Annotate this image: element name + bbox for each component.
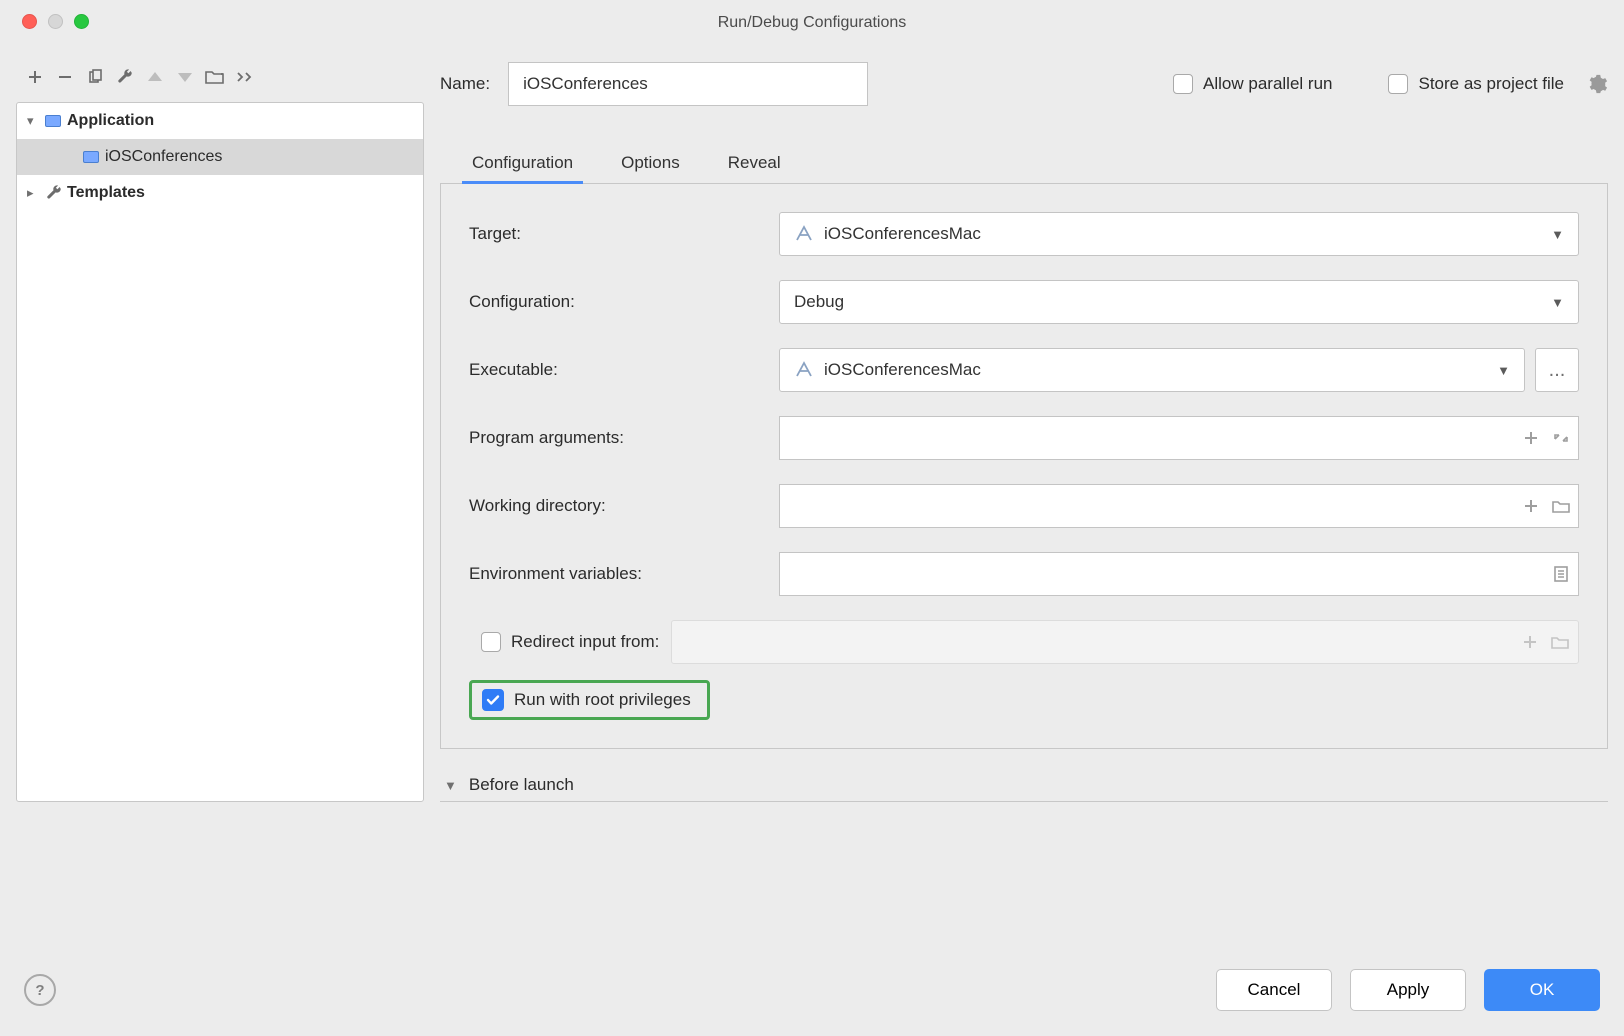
checkbox-icon — [482, 689, 504, 711]
application-type-icon — [45, 115, 67, 127]
root-privileges-highlight: Run with root privileges — [469, 680, 710, 720]
tree-node-templates[interactable]: ▸ Templates — [17, 175, 423, 211]
tab-configuration[interactable]: Configuration — [468, 153, 577, 183]
edit-env-vars-button[interactable] — [1549, 562, 1573, 586]
tree-node-application[interactable]: ▾ Application — [17, 103, 423, 139]
chevron-down-icon: ▼ — [1551, 295, 1564, 310]
tab-reveal[interactable]: Reveal — [724, 153, 785, 183]
store-as-project-checkbox[interactable]: Store as project file — [1388, 74, 1564, 94]
tree-node-iosconferences[interactable]: iOSConferences — [17, 139, 423, 175]
window-close[interactable] — [22, 14, 37, 29]
configuration-panel: Target: iOSConferencesMac ▼ Configuratio… — [440, 184, 1608, 749]
titlebar: Run/Debug Configurations — [0, 0, 1624, 46]
executable-label: Executable: — [469, 360, 779, 380]
redirect-input-checkbox[interactable]: Redirect input from: — [481, 632, 659, 652]
select-value: iOSConferencesMac — [824, 224, 981, 244]
configuration-select[interactable]: Debug ▼ — [779, 280, 1579, 324]
tab-options[interactable]: Options — [617, 153, 684, 183]
chevron-down-icon: ▼ — [1551, 227, 1564, 242]
application-run-icon — [83, 151, 105, 163]
name-label: Name: — [440, 74, 494, 94]
checkbox-icon — [481, 632, 501, 652]
run-with-root-checkbox[interactable]: Run with root privileges — [482, 689, 691, 711]
before-launch-section[interactable]: ▼ Before launch — [440, 775, 1608, 795]
insert-macro-button — [1518, 630, 1542, 654]
checkbox-label: Redirect input from: — [511, 632, 659, 652]
tree-node-label: Templates — [67, 184, 145, 202]
xcode-target-icon — [794, 224, 814, 244]
cancel-button[interactable]: Cancel — [1216, 969, 1332, 1011]
select-value: Debug — [794, 292, 844, 312]
browse-folder-button — [1548, 630, 1572, 654]
chevron-down-icon: ▼ — [444, 778, 457, 793]
move-up-button[interactable] — [144, 66, 166, 88]
program-arguments-label: Program arguments: — [469, 428, 779, 448]
insert-macro-button[interactable] — [1519, 494, 1543, 518]
target-label: Target: — [469, 224, 779, 244]
button-bar: ? Cancel Apply OK — [0, 944, 1624, 1036]
add-config-button[interactable] — [24, 66, 46, 88]
chevron-down-icon: ▼ — [1497, 363, 1510, 378]
help-button[interactable]: ? — [24, 974, 56, 1006]
select-value: iOSConferencesMac — [824, 360, 981, 380]
xcode-target-icon — [794, 360, 814, 380]
window-minimize[interactable] — [48, 14, 63, 29]
window-zoom[interactable] — [74, 14, 89, 29]
wrench-icon — [45, 184, 67, 202]
name-input[interactable] — [508, 62, 868, 106]
executable-browse-button[interactable]: ... — [1535, 348, 1579, 392]
environment-variables-input[interactable] — [779, 552, 1579, 596]
gear-icon[interactable] — [1586, 73, 1608, 95]
tabs: Configuration Options Reveal — [440, 142, 1608, 184]
checkbox-icon — [1173, 74, 1193, 94]
allow-parallel-checkbox[interactable]: Allow parallel run — [1173, 74, 1332, 94]
move-down-button[interactable] — [174, 66, 196, 88]
configurations-tree[interactable]: ▾ Application iOSConferences ▸ Templates — [16, 102, 424, 802]
apply-button[interactable]: Apply — [1350, 969, 1466, 1011]
edit-templates-button[interactable] — [114, 66, 136, 88]
working-directory-label: Working directory: — [469, 496, 779, 516]
chevron-down-icon: ▾ — [27, 113, 45, 129]
window-title: Run/Debug Configurations — [718, 14, 907, 32]
tree-node-label: iOSConferences — [105, 148, 222, 166]
more-button[interactable] — [234, 66, 256, 88]
copy-config-button[interactable] — [84, 66, 106, 88]
ok-button[interactable]: OK — [1484, 969, 1600, 1011]
environment-variables-label: Environment variables: — [469, 564, 779, 584]
traffic-lights — [22, 14, 89, 29]
executable-select[interactable]: iOSConferencesMac ▼ — [779, 348, 1525, 392]
tree-node-label: Application — [67, 112, 154, 130]
browse-folder-button[interactable] — [1549, 494, 1573, 518]
configuration-label: Configuration: — [469, 292, 779, 312]
insert-macro-button[interactable] — [1519, 426, 1543, 450]
folder-button[interactable] — [204, 66, 226, 88]
remove-config-button[interactable] — [54, 66, 76, 88]
chevron-right-icon: ▸ — [27, 185, 45, 201]
expand-field-button[interactable] — [1549, 426, 1573, 450]
checkbox-icon — [1388, 74, 1408, 94]
checkbox-label: Store as project file — [1418, 74, 1564, 94]
redirect-input-field — [671, 620, 1579, 664]
target-select[interactable]: iOSConferencesMac ▼ — [779, 212, 1579, 256]
working-directory-input[interactable] — [779, 484, 1579, 528]
before-launch-label: Before launch — [469, 775, 574, 795]
checkbox-label: Run with root privileges — [514, 690, 691, 710]
checkbox-label: Allow parallel run — [1203, 74, 1332, 94]
program-arguments-input[interactable] — [779, 416, 1579, 460]
toolbar — [16, 56, 424, 102]
